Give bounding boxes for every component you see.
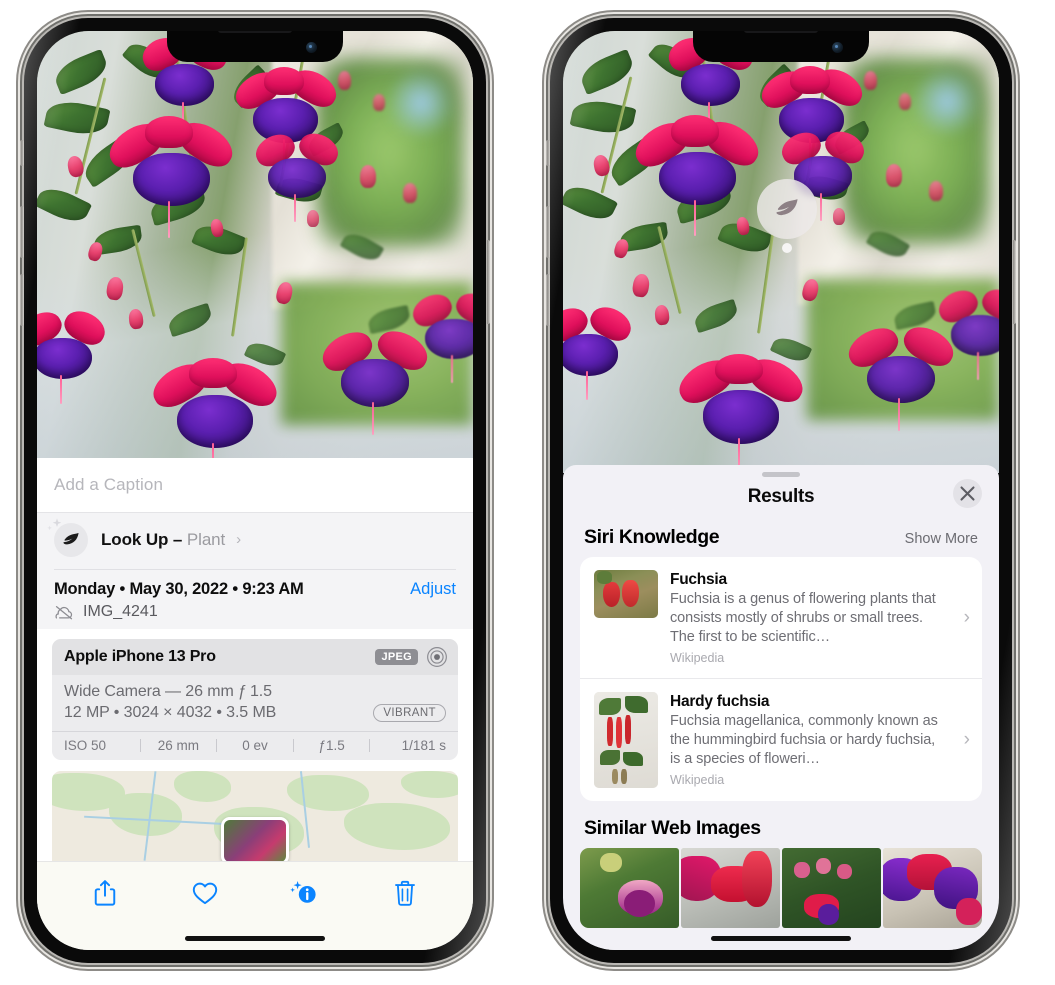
visual-lookup-anchor-dot <box>782 243 792 253</box>
section-title: Similar Web Images <box>584 817 761 839</box>
image-specs: 12 MP • 3024 × 4032 • 3.5 MB <box>64 704 277 721</box>
result-thumbnail <box>594 692 658 788</box>
photo-metadata: Monday • May 30, 2022 • 9:23 AM Adjust I… <box>37 568 473 629</box>
device-info-card: Apple iPhone 13 Pro JPEG Wide Camera — 2… <box>52 639 458 760</box>
look-up-label: Look Up – Plant <box>101 530 225 550</box>
home-indicator[interactable] <box>711 936 851 941</box>
trash-icon <box>395 880 415 906</box>
result-title: Fuchsia <box>670 571 727 589</box>
list-item[interactable]: Hardy fuchsia Fuchsia magellanica, commo… <box>580 678 982 801</box>
exif-exposure: 0 ev <box>242 738 268 753</box>
siri-knowledge-card: Fuchsia Fuchsia is a genus of flowering … <box>580 557 982 801</box>
caption-field[interactable]: Add a Caption <box>37 457 473 512</box>
close-button[interactable] <box>953 479 982 509</box>
iphone-right-device: Results Siri Knowledge Show More Fuchsia… <box>546 18 1016 963</box>
similar-image-thumb[interactable] <box>580 848 679 928</box>
info-button[interactable] <box>288 876 322 910</box>
show-more-button[interactable]: Show More <box>905 531 978 547</box>
right-screen: Results Siri Knowledge Show More Fuchsia… <box>563 31 999 950</box>
exif-aperture: ƒ1.5 <box>318 738 345 753</box>
earpiece-speaker <box>218 31 292 33</box>
similar-images-grid <box>563 848 999 928</box>
photo-viewer[interactable] <box>37 31 473 479</box>
heart-icon <box>192 882 218 905</box>
leaf-icon <box>776 199 798 216</box>
divider <box>54 568 456 569</box>
device-name: Apple iPhone 13 Pro <box>64 648 216 665</box>
result-source: Wikipedia <box>670 651 725 665</box>
look-up-prefix: Look Up – <box>101 529 187 549</box>
sparkles-icon <box>47 517 62 530</box>
look-up-row[interactable]: Look Up – Plant › <box>37 511 473 569</box>
lens-info: Wide Camera — 26 mm ƒ 1.5 <box>64 683 272 700</box>
favorite-button[interactable] <box>188 876 222 910</box>
chevron-right-icon: › <box>963 729 970 750</box>
exif-row: ISO 50 26 mm 0 ev ƒ1.5 1/181 s <box>52 731 458 760</box>
sheet-title: Results <box>747 486 815 508</box>
share-button[interactable] <box>88 876 122 910</box>
list-item[interactable]: Fuchsia Fuchsia is a genus of flowering … <box>580 557 982 678</box>
photo-viewer[interactable] <box>563 31 999 473</box>
exif-shutter: 1/181 s <box>401 738 446 753</box>
similar-web-images-header: Similar Web Images <box>563 801 999 848</box>
iphone-left-device: Add a Caption Look Up – Plant › Monday •… <box>20 18 490 963</box>
exif-focal: 26 mm <box>157 738 200 753</box>
leaf-icon-badge <box>47 517 88 557</box>
result-source: Wikipedia <box>670 772 725 787</box>
photo-info-sheet: Add a Caption Look Up – Plant › Monday •… <box>37 457 473 950</box>
close-icon <box>960 486 975 501</box>
mute-switch[interactable] <box>546 140 550 166</box>
power-button[interactable] <box>1012 240 1016 324</box>
volume-down-button[interactable] <box>20 274 24 326</box>
aperture-icon <box>427 647 447 667</box>
volume-down-button[interactable] <box>546 274 550 326</box>
similar-image-thumb[interactable] <box>681 848 780 928</box>
result-description: Fuchsia is a genus of flowering plants t… <box>670 591 936 646</box>
notch <box>167 31 343 62</box>
photo-toolbar <box>37 861 473 924</box>
similar-image-thumb[interactable] <box>782 848 881 928</box>
exif-iso: ISO 50 <box>64 738 107 753</box>
home-indicator[interactable] <box>185 936 325 941</box>
capture-date: Monday • May 30, 2022 • 9:23 AM <box>54 580 304 598</box>
chevron-right-icon: › <box>963 606 970 628</box>
front-camera-icon <box>832 42 843 53</box>
front-camera-icon <box>306 42 317 53</box>
photographic-style-badge: VIBRANT <box>373 704 446 722</box>
similar-image-thumb[interactable] <box>883 848 982 928</box>
photo-thumbnail-pin[interactable] <box>221 817 289 861</box>
location-map[interactable] <box>52 771 458 861</box>
result-description: Fuchsia magellanica, commonly known as t… <box>670 713 938 768</box>
volume-up-button[interactable] <box>546 206 550 258</box>
chevron-right-icon: › <box>236 531 242 548</box>
notch <box>693 31 869 62</box>
volume-up-button[interactable] <box>20 206 24 258</box>
file-name: IMG_4241 <box>83 603 158 620</box>
info-sparkle-icon <box>290 881 316 903</box>
left-screen: Add a Caption Look Up – Plant › Monday •… <box>37 31 473 950</box>
result-thumbnail <box>594 570 658 619</box>
format-badge: JPEG <box>375 649 418 665</box>
power-button[interactable] <box>486 240 490 324</box>
adjust-button[interactable]: Adjust <box>410 580 456 599</box>
visual-lookup-badge[interactable] <box>757 179 817 239</box>
caption-placeholder: Add a Caption <box>54 474 164 494</box>
look-up-subject: Plant <box>186 529 226 549</box>
delete-button[interactable] <box>388 876 422 910</box>
share-icon <box>94 880 116 906</box>
section-title: Siri Knowledge <box>584 526 720 549</box>
result-title: Hardy fuchsia <box>670 693 770 710</box>
siri-knowledge-header: Siri Knowledge Show More <box>563 522 999 557</box>
earpiece-speaker <box>744 31 818 33</box>
mute-switch[interactable] <box>20 140 24 166</box>
cloud-slash-icon <box>55 605 73 619</box>
results-sheet: Results Siri Knowledge Show More Fuchsia… <box>563 465 999 950</box>
